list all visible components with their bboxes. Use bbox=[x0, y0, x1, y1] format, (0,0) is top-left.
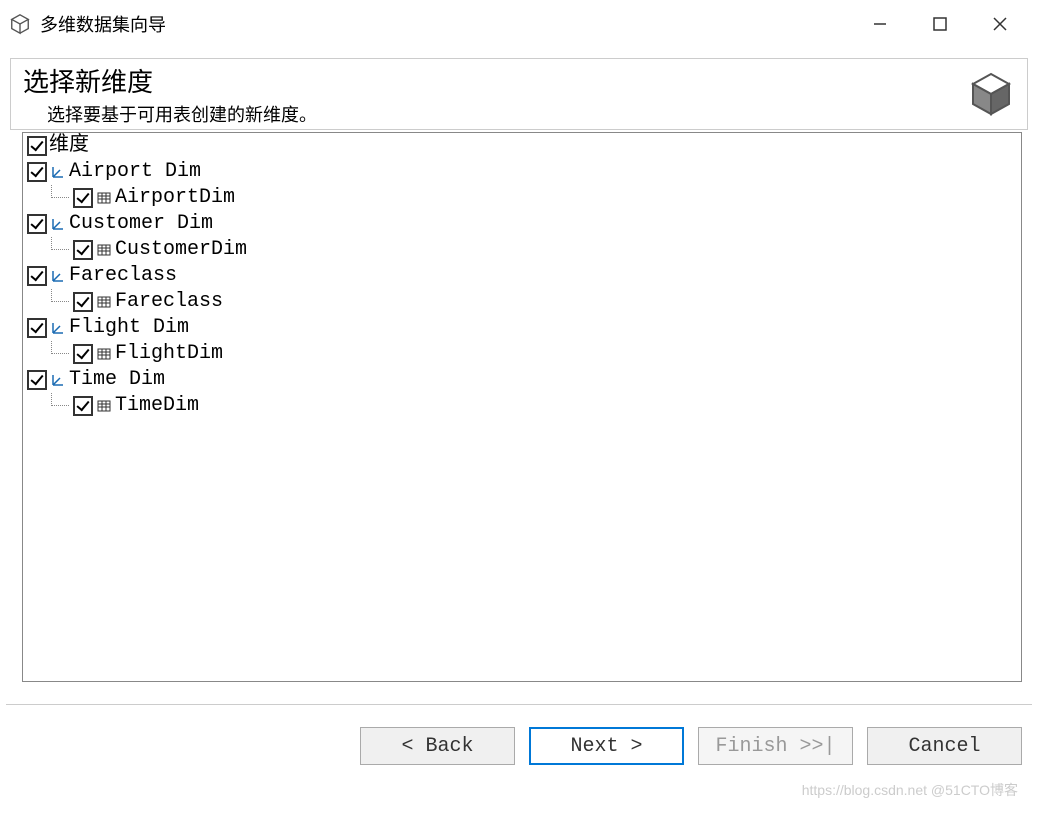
cube-icon bbox=[967, 70, 1015, 118]
node-label: Airport Dim bbox=[69, 159, 201, 185]
dimension-tree[interactable]: 维度Airport DimAirportDimCustomer DimCusto… bbox=[22, 132, 1022, 682]
minimize-button[interactable] bbox=[850, 4, 910, 44]
node-label: Customer Dim bbox=[69, 211, 213, 237]
table-icon bbox=[95, 189, 113, 207]
tree-root-item[interactable]: 维度 bbox=[27, 133, 1017, 159]
wizard-header: 选择新维度 选择要基于可用表创建的新维度。 bbox=[10, 58, 1028, 130]
checkbox[interactable] bbox=[73, 396, 93, 416]
checkbox[interactable] bbox=[73, 240, 93, 260]
close-button[interactable] bbox=[970, 4, 1030, 44]
checkbox[interactable] bbox=[27, 318, 47, 338]
tree-dimension-item[interactable]: Flight Dim bbox=[27, 315, 1017, 341]
checkbox[interactable] bbox=[73, 188, 93, 208]
tree-table-item[interactable]: CustomerDim bbox=[27, 237, 1017, 263]
checkbox[interactable] bbox=[27, 136, 47, 156]
dimension-icon bbox=[49, 215, 67, 233]
cancel-button[interactable]: Cancel bbox=[867, 727, 1022, 765]
maximize-button[interactable] bbox=[910, 4, 970, 44]
dimension-icon bbox=[49, 371, 67, 389]
page-title: 选择新维度 bbox=[23, 62, 967, 99]
checkbox[interactable] bbox=[27, 370, 47, 390]
table-icon bbox=[95, 293, 113, 311]
dimension-icon bbox=[49, 163, 67, 181]
dimension-icon bbox=[49, 319, 67, 337]
back-button[interactable]: < Back bbox=[360, 727, 515, 765]
node-label: Fareclass bbox=[115, 289, 223, 315]
finish-button: Finish >>| bbox=[698, 727, 853, 765]
table-icon bbox=[95, 345, 113, 363]
window-controls bbox=[850, 4, 1030, 44]
dimension-icon bbox=[49, 267, 67, 285]
node-label: Fareclass bbox=[69, 263, 177, 289]
titlebar: 多维数据集向导 bbox=[0, 0, 1038, 48]
checkbox[interactable] bbox=[27, 214, 47, 234]
tree-table-item[interactable]: AirportDim bbox=[27, 185, 1017, 211]
button-bar: < Back Next > Finish >>| Cancel bbox=[0, 705, 1038, 787]
app-icon bbox=[8, 12, 32, 36]
tree-table-item[interactable]: Fareclass bbox=[27, 289, 1017, 315]
next-button[interactable]: Next > bbox=[529, 727, 684, 765]
table-icon bbox=[95, 397, 113, 415]
window-title: 多维数据集向导 bbox=[40, 11, 850, 37]
node-label: FlightDim bbox=[115, 341, 223, 367]
node-label: Flight Dim bbox=[69, 315, 189, 341]
tree-table-item[interactable]: FlightDim bbox=[27, 341, 1017, 367]
node-label: CustomerDim bbox=[115, 237, 247, 263]
tree-dimension-item[interactable]: Fareclass bbox=[27, 263, 1017, 289]
checkbox[interactable] bbox=[73, 292, 93, 312]
tree-table-item[interactable]: TimeDim bbox=[27, 393, 1017, 419]
page-subtitle: 选择要基于可用表创建的新维度。 bbox=[23, 101, 967, 127]
node-label: AirportDim bbox=[115, 185, 235, 211]
node-label: 维度 bbox=[49, 133, 89, 159]
node-label: TimeDim bbox=[115, 393, 199, 419]
table-icon bbox=[95, 241, 113, 259]
checkbox[interactable] bbox=[73, 344, 93, 364]
checkbox[interactable] bbox=[27, 162, 47, 182]
tree-dimension-item[interactable]: Customer Dim bbox=[27, 211, 1017, 237]
checkbox[interactable] bbox=[27, 266, 47, 286]
tree-dimension-item[interactable]: Airport Dim bbox=[27, 159, 1017, 185]
node-label: Time Dim bbox=[69, 367, 165, 393]
tree-dimension-item[interactable]: Time Dim bbox=[27, 367, 1017, 393]
